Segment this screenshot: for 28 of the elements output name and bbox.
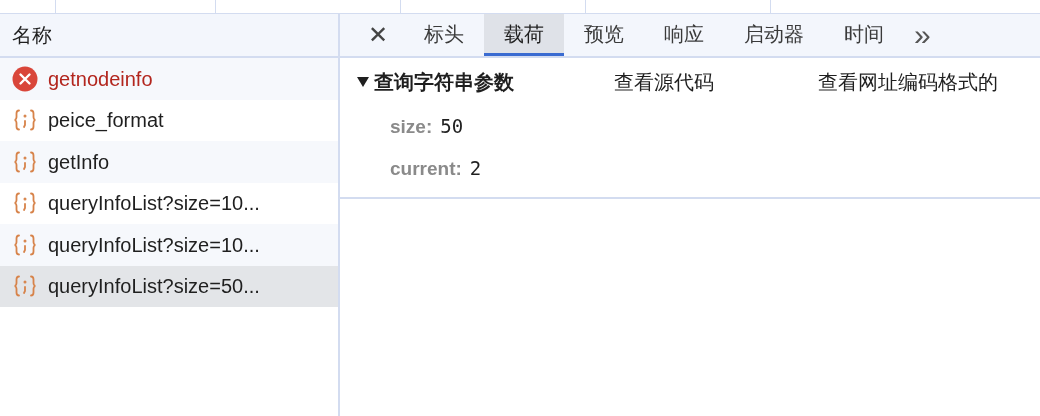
tab[interactable]: 预览	[564, 14, 644, 56]
tab[interactable]: 响应	[644, 14, 724, 56]
param-value: 50	[440, 114, 464, 139]
expand-triangle-icon[interactable]	[356, 76, 370, 88]
section-title[interactable]: 查询字符串参数	[374, 67, 614, 97]
tab[interactable]: 标头	[404, 14, 484, 56]
param-key: current:	[390, 154, 462, 183]
error-icon	[12, 65, 38, 92]
tab[interactable]: 载荷	[484, 14, 564, 56]
more-tabs-button[interactable]: »	[904, 14, 941, 56]
view-source-link[interactable]: 查看源代码	[614, 67, 818, 97]
param-key: size:	[390, 113, 433, 142]
view-url-encoded-link[interactable]: 查看网址编码格式的	[818, 67, 998, 97]
request-name: getnodeinfo	[48, 66, 153, 92]
request-name: getInfo	[48, 149, 110, 175]
param-value: 2	[469, 155, 482, 181]
request-name: queryInfoList?size=10...	[48, 232, 260, 258]
request-row[interactable]: queryInfoList?size=50...	[0, 265, 338, 307]
close-button[interactable]: ✕	[354, 14, 404, 56]
request-name: queryInfoList?size=10...	[48, 191, 260, 217]
tab[interactable]: 时间	[824, 14, 904, 56]
column-header[interactable]: 名称	[12, 20, 52, 50]
request-name: queryInfoList?size=50...	[48, 274, 260, 300]
request-row[interactable]: queryInfoList?size=10...	[0, 224, 338, 266]
request-name: peice_format	[48, 108, 164, 134]
request-row[interactable]: getInfo	[0, 141, 338, 183]
tab[interactable]: 启动器	[724, 14, 824, 56]
request-row[interactable]: getnodeinfo	[0, 58, 338, 100]
